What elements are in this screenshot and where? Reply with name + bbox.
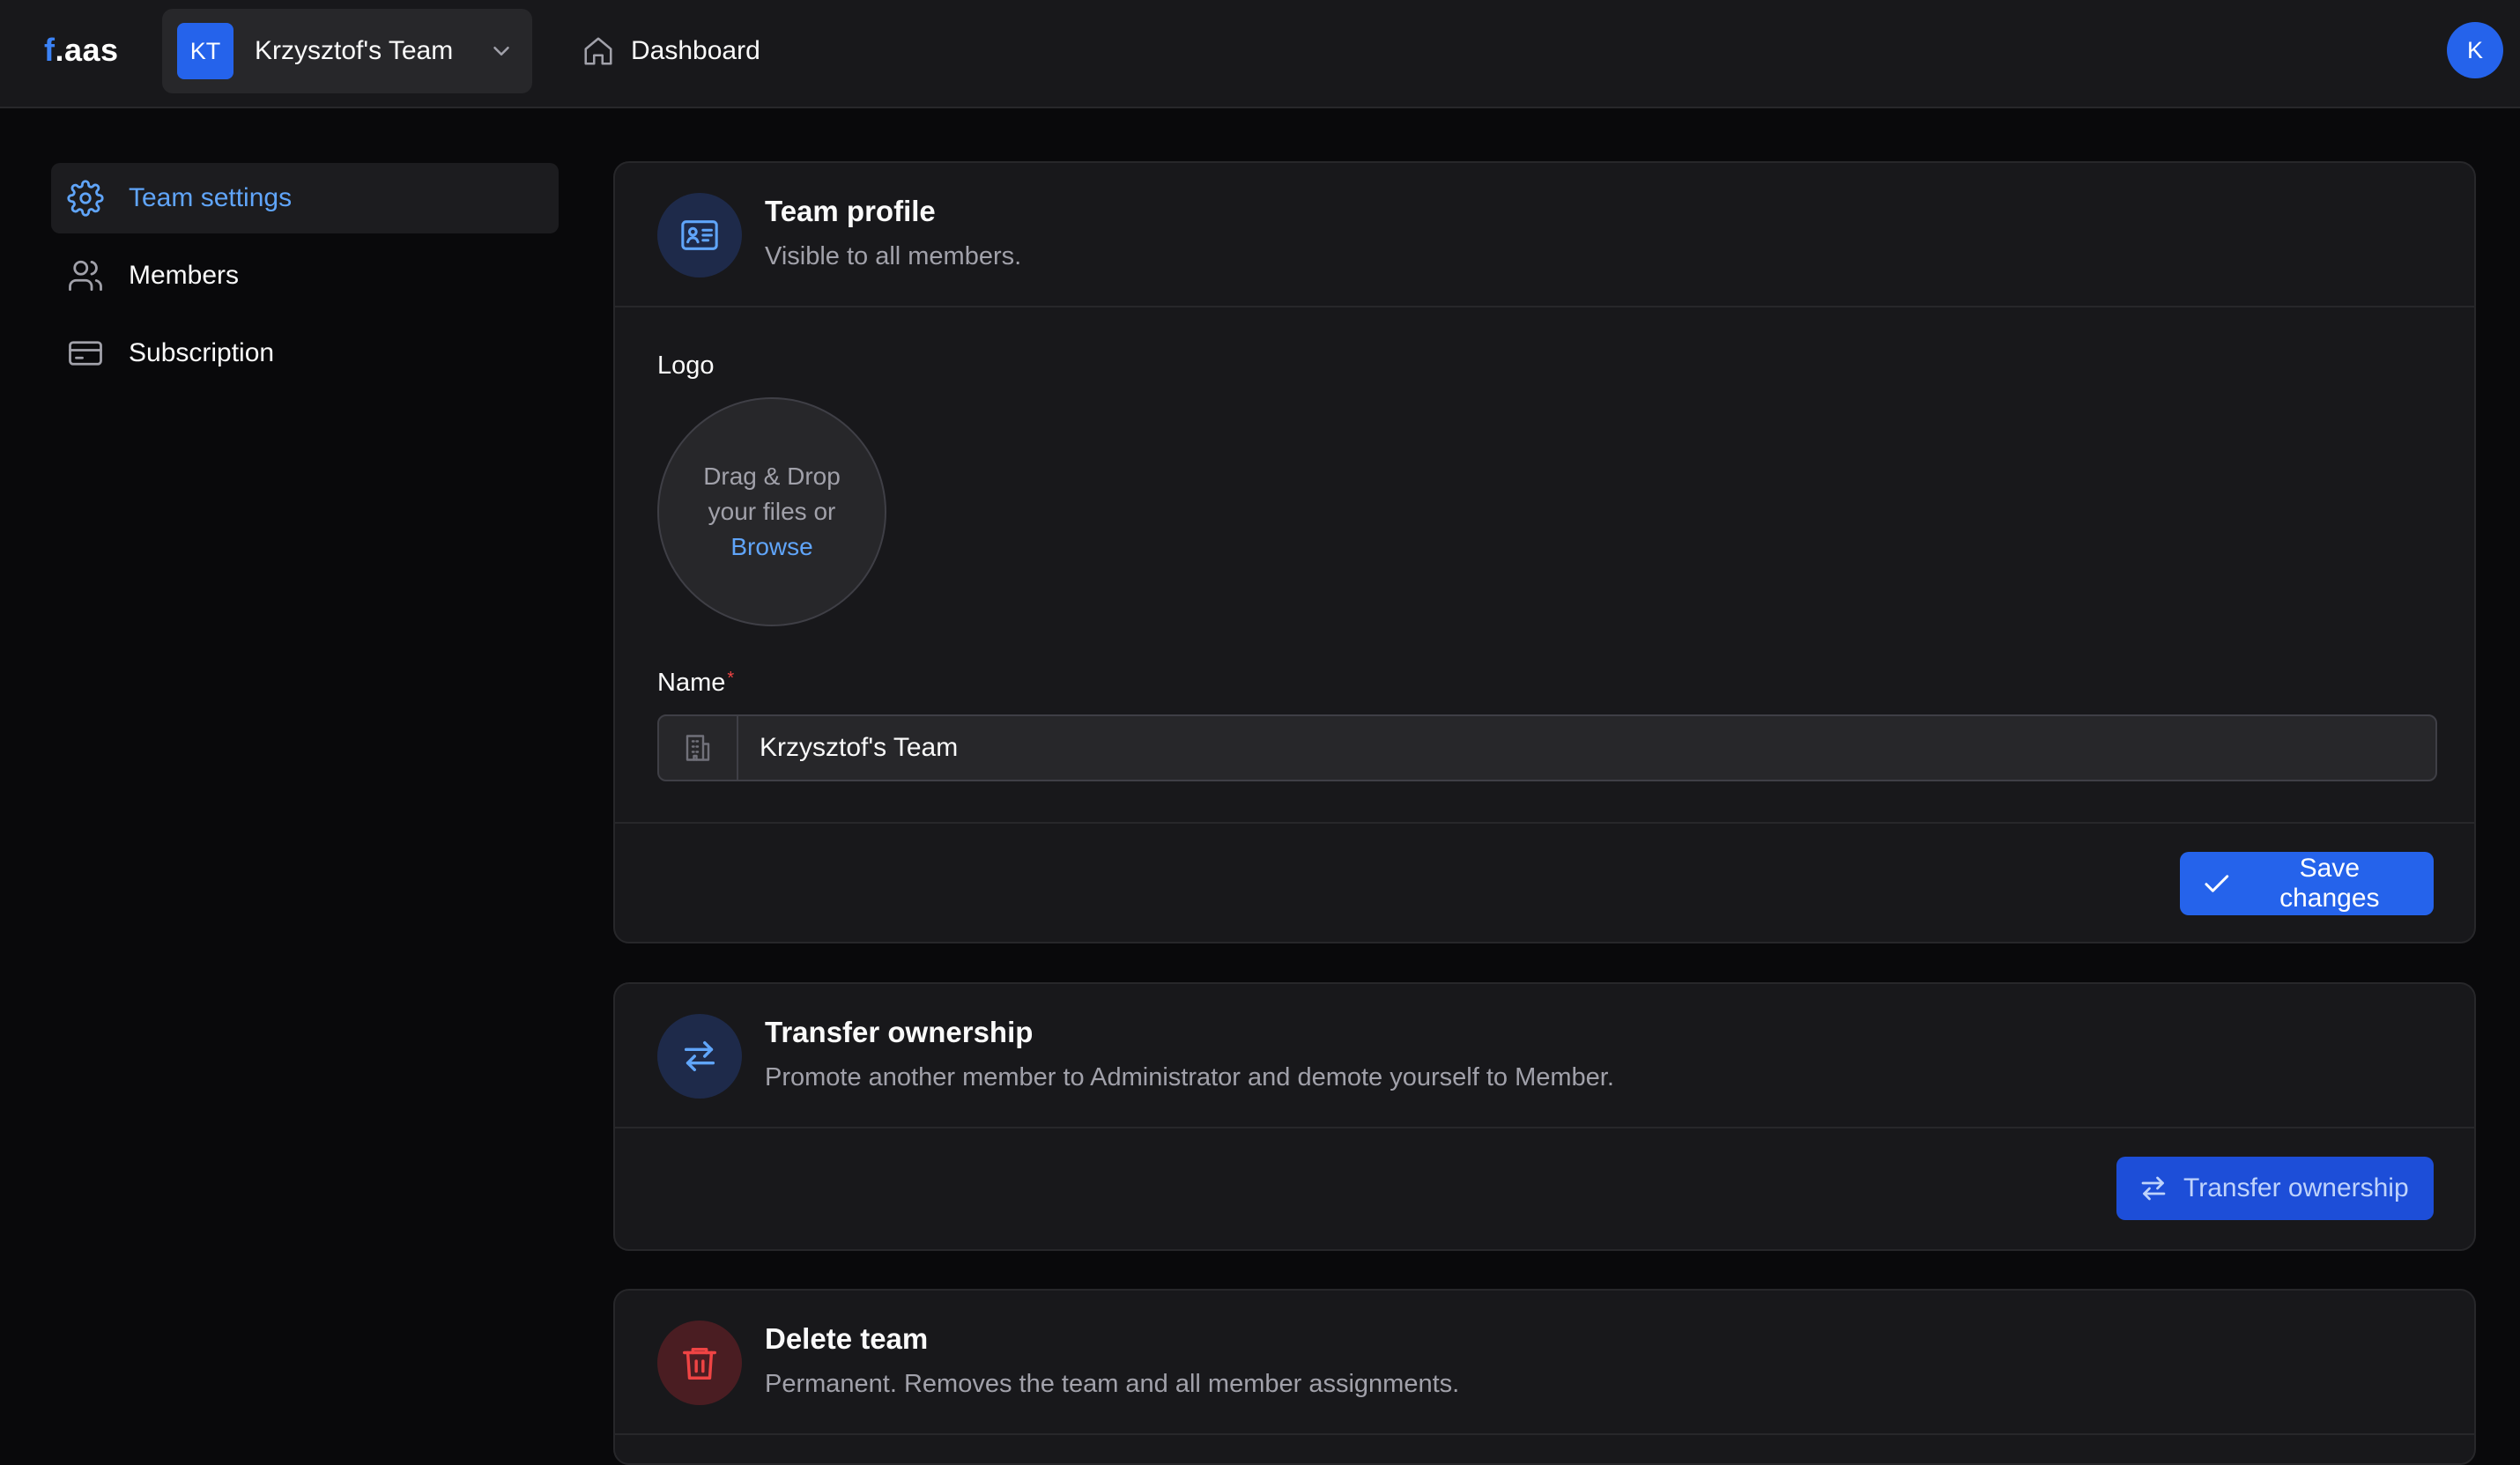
name-label-text: Name	[657, 669, 726, 697]
dropzone-text: Drag & Drop your files or	[703, 462, 841, 525]
team-profile-footer: Save changes	[615, 822, 2474, 942]
team-badge: KT	[177, 23, 233, 79]
check-icon	[2205, 875, 2229, 892]
team-name-prefix	[659, 716, 738, 780]
team-name-field[interactable]	[657, 714, 2437, 781]
team-profile-card: Team profile Visible to all members. Log…	[613, 161, 2476, 943]
brand-suffix: .aas	[55, 32, 119, 68]
building-icon	[686, 735, 710, 761]
team-profile-icon-badge	[657, 193, 742, 277]
required-mark: *	[727, 669, 735, 688]
team-profile-title: Team profile	[765, 195, 936, 227]
logo-dropzone[interactable]: Drag & Drop your files or Browse	[657, 397, 886, 626]
transfer-ownership-header: Transfer ownership Promote another membe…	[615, 984, 2474, 1128]
brand-prefix: f	[44, 32, 56, 68]
team-switcher[interactable]: KT Krzysztof's Team	[162, 9, 532, 93]
delete-team-subtitle: Permanent. Removes the team and all memb…	[765, 1370, 1460, 1398]
sidebar-item-label: Subscription	[129, 338, 275, 367]
transfer-ownership-button-label: Transfer ownership	[2183, 1173, 2409, 1202]
top-bar: f.aas KT Krzysztof's Team Dashboard K	[0, 0, 2520, 108]
save-changes-label: Save changes	[2279, 854, 2380, 913]
team-name-input[interactable]	[738, 716, 2435, 780]
arrows-swap-icon	[684, 1040, 715, 1072]
sidebar-item-team-settings[interactable]: Team settings	[51, 163, 559, 233]
delete-team-card: Delete team Permanent. Removes the team …	[613, 1289, 2476, 1465]
save-changes-button[interactable]: Save changes	[2180, 852, 2434, 915]
logo-label: Logo	[657, 351, 715, 380]
brand-logo[interactable]: f.aas	[44, 32, 119, 69]
sidebar-item-members[interactable]: Members	[51, 240, 559, 311]
credit-card-icon	[69, 341, 102, 366]
sidebar-item-label: Team settings	[129, 183, 293, 212]
transfer-icon-badge	[657, 1014, 742, 1099]
sidebar-item-subscription[interactable]: Subscription	[51, 318, 559, 388]
dashboard-link[interactable]: Dashboard	[582, 30, 760, 72]
id-card-icon	[681, 220, 718, 250]
delete-team-header: Delete team Permanent. Removes the team …	[615, 1291, 2474, 1435]
delete-team-title: Delete team	[765, 1322, 929, 1355]
transfer-ownership-card: Transfer ownership Promote another membe…	[613, 982, 2476, 1251]
chevron-down-icon	[493, 47, 509, 55]
transfer-ownership-title: Transfer ownership	[765, 1016, 1034, 1048]
transfer-ownership-button[interactable]: Transfer ownership	[2116, 1157, 2434, 1220]
gear-icon	[67, 180, 104, 217]
sidebar-item-label: Members	[129, 261, 240, 290]
arrows-swap-icon	[2141, 1176, 2166, 1201]
user-avatar[interactable]: K	[2447, 22, 2503, 78]
trash-icon	[683, 1347, 716, 1380]
browse-link[interactable]: Browse	[730, 529, 812, 565]
team-profile-header: Team profile Visible to all members.	[615, 163, 2474, 307]
name-label: Name *	[657, 669, 734, 698]
team-profile-subtitle: Visible to all members.	[765, 242, 1022, 270]
transfer-ownership-footer: Transfer ownership	[615, 1128, 2474, 1249]
transfer-ownership-subtitle: Promote another member to Administrator …	[765, 1063, 1614, 1091]
dashboard-label: Dashboard	[631, 36, 760, 65]
delete-icon-badge	[657, 1321, 742, 1405]
users-icon	[69, 260, 102, 292]
home-icon	[584, 37, 612, 65]
team-switcher-name: Krzysztof's Team	[255, 36, 454, 65]
